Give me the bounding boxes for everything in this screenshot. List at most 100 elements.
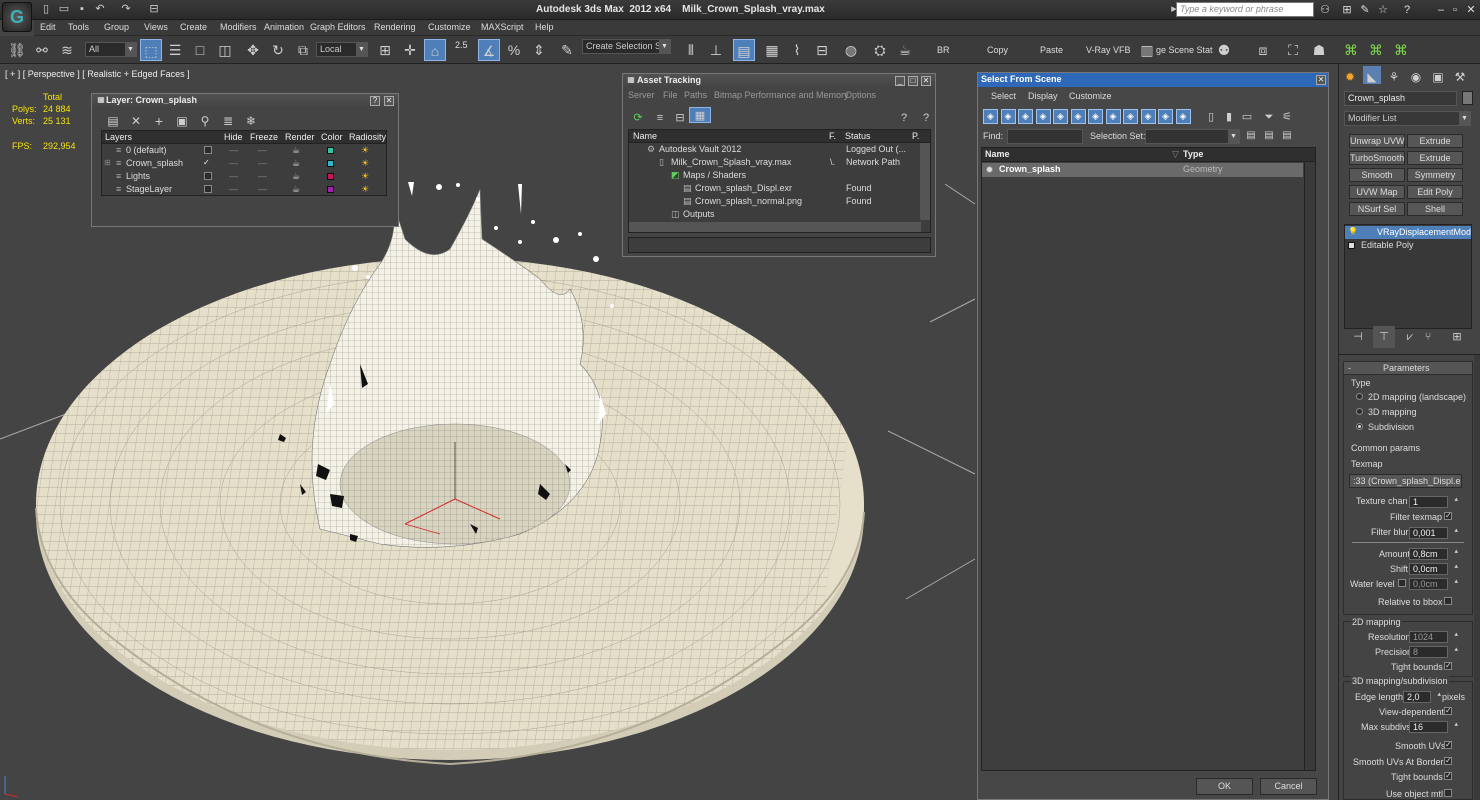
find-input[interactable] (1007, 129, 1083, 144)
keyboard-shortcut-override-icon[interactable]: ⌂ (424, 39, 446, 61)
selection-filter-dropdown[interactable]: All ▼ (85, 42, 137, 57)
render-teapot-icon[interactable]: ☕ (292, 171, 300, 182)
relative-bbox-checkbox[interactable] (1444, 597, 1452, 605)
filter-xrefs-icon[interactable]: ◈ (1105, 109, 1121, 124)
curve-editor-icon[interactable]: ⌇ (786, 39, 808, 61)
asset-menu-bitmap[interactable]: Bitmap Performance and Memory (714, 90, 849, 100)
minimize-icon[interactable]: – (1434, 3, 1448, 17)
render-teapot-icon[interactable]: ☕ (292, 145, 300, 156)
asset-help2-icon[interactable]: ? (915, 107, 937, 129)
layer-color-swatch[interactable] (327, 186, 334, 193)
layer-color-swatch[interactable] (327, 173, 334, 180)
remove-modifier-icon[interactable]: ⑂ (1417, 326, 1439, 348)
freeze-toggle[interactable]: — (258, 158, 267, 168)
asset-path-field[interactable] (628, 237, 931, 253)
select-menu-select[interactable]: Select (991, 91, 1016, 101)
asset-row[interactable]: ⚙ Autodesk Vault 2012 Logged Out (... (629, 143, 920, 156)
app-logo[interactable]: G (2, 2, 32, 32)
radiosity-icon[interactable]: ☀ (361, 171, 369, 182)
asset-help-icon[interactable]: ? (893, 107, 915, 129)
col-object-type[interactable]: Type (1183, 149, 1203, 159)
highlight-layer-icon[interactable]: ⚲ (194, 110, 216, 132)
list-view-icon[interactable]: ≡ (649, 107, 671, 129)
layer-color-swatch[interactable] (327, 160, 334, 167)
modifier-button[interactable]: Shell (1407, 202, 1463, 216)
menu-customize[interactable]: Customize (428, 22, 471, 32)
layer-row[interactable]: ≡ 0 (default) — — ☕ ☀ (102, 144, 386, 157)
menu-animation[interactable]: Animation (264, 22, 304, 32)
container-icon[interactable]: ⧈ (1252, 39, 1274, 61)
col-freeze[interactable]: Freeze (250, 132, 278, 142)
menu-graph-editors[interactable]: Graph Editors (310, 22, 366, 32)
br-button[interactable]: BR (937, 45, 950, 55)
select-manipulate-icon[interactable]: ✛ (399, 39, 421, 61)
col-full-path[interactable]: F. (829, 131, 836, 141)
asset-row[interactable]: ◫ Outputs (629, 208, 920, 221)
selset-remove-icon[interactable]: ▤ (1276, 125, 1298, 147)
menu-edit[interactable]: Edit (40, 22, 56, 32)
delete-layer-icon[interactable]: ✕ (125, 110, 147, 132)
align-icon[interactable]: ⊥ (705, 39, 727, 61)
asset-row[interactable]: ▤ Crown_splash_normal.png Found (629, 195, 920, 208)
menu-views[interactable]: Views (144, 22, 168, 32)
col-render[interactable]: Render (285, 132, 315, 142)
panel-close-icon[interactable]: ✕ (921, 76, 931, 86)
asset-row[interactable]: ▯ Milk_Crown_Splash_vray.max \. Network Pat… (629, 156, 920, 169)
modify-tab-icon[interactable]: ◣ (1363, 66, 1381, 84)
filter-texmap-checkbox[interactable]: ✓ (1444, 512, 1452, 520)
hide-toggle[interactable]: — (229, 171, 238, 181)
smooth-uvs-checkbox[interactable]: ✓ (1444, 741, 1452, 749)
menu-modifiers[interactable]: Modifiers (220, 22, 257, 32)
radiosity-icon[interactable]: ☀ (361, 158, 369, 169)
light-bulb-icon[interactable]: 💡 (1348, 227, 1358, 236)
modifier-list-dropdown[interactable]: Modifier List ▼ (1344, 111, 1471, 126)
render-teapot-icon[interactable]: ☕ (292, 158, 300, 169)
subscription-icon[interactable]: ⊞ (1340, 3, 1354, 17)
water-level-spinner[interactable]: 0,0cm (1409, 577, 1458, 590)
shift-spinner[interactable]: 0,0cm (1409, 562, 1458, 575)
asset-row[interactable]: ◩ Maps / Shaders (629, 169, 920, 182)
select-menu-display[interactable]: Display (1028, 91, 1058, 101)
ok-button[interactable]: OK (1196, 778, 1253, 795)
col-radiosity[interactable]: Radiosity (349, 132, 386, 142)
schematic-view-icon[interactable]: ⊟ (811, 39, 833, 61)
modifier-button[interactable]: Edit Poly (1407, 185, 1463, 199)
hide-toggle[interactable]: — (229, 145, 238, 155)
modifier-button[interactable]: Unwrap UVW (1349, 134, 1405, 148)
show-end-result-icon[interactable]: ⊤ (1373, 326, 1395, 348)
communication-center-icon[interactable]: ✎ (1358, 3, 1372, 17)
create-tab-icon[interactable]: ✹ (1341, 66, 1359, 84)
col-proxy[interactable]: P. (912, 131, 919, 141)
filter-cameras-icon[interactable]: ◈ (1035, 109, 1051, 124)
rotate-icon[interactable]: ↻ (267, 39, 289, 61)
rect-selection-icon[interactable]: □ (189, 39, 211, 61)
display-tab-icon[interactable]: ▣ (1429, 66, 1447, 84)
panel-maximize-icon[interactable]: □ (908, 76, 918, 86)
create-layer-icon[interactable]: ▤ (102, 110, 124, 132)
move-icon[interactable]: ✥ (242, 39, 264, 61)
named-selection-dropdown[interactable]: Create Selection Se ▼ (582, 39, 671, 54)
col-status[interactable]: Status (845, 131, 871, 141)
stack-item-vray-displacement[interactable]: 💡 VRayDisplacementMod (1345, 226, 1471, 239)
render-setup-icon[interactable]: ⛭ (869, 39, 891, 61)
filter-bones-icon[interactable]: ◈ (1123, 109, 1138, 124)
script-b-icon[interactable]: ⌘ (1365, 39, 1387, 61)
search-input[interactable]: Type a keyword or phrase (1176, 2, 1314, 17)
layer-manager-icon[interactable]: ▤ (733, 39, 755, 61)
snap-toggle-label[interactable]: 2.5 (455, 40, 468, 50)
paste-button[interactable]: Paste (1040, 45, 1063, 55)
water-level-checkbox[interactable] (1398, 579, 1406, 587)
freeze-all-icon[interactable]: ❄ (240, 110, 262, 132)
layer-row[interactable]: ≡ Lights — — ☕ ☀ (102, 170, 386, 183)
asset-panel-title[interactable]: Asset Tracking (623, 74, 935, 88)
hide-toggle[interactable]: — (229, 184, 238, 194)
modifier-button[interactable]: Extrude (1407, 134, 1463, 148)
radiosity-icon[interactable]: ☀ (361, 184, 369, 195)
menu-group[interactable]: Group (104, 22, 129, 32)
edge-length-spinner[interactable]: 2,0 (1403, 690, 1441, 703)
angle-snap-icon[interactable]: ∡ (478, 39, 500, 61)
pin-stack-icon[interactable]: ⊣ (1347, 326, 1369, 348)
mirror-icon[interactable]: ⫴ (680, 39, 702, 61)
populate-icon[interactable]: ⛶ (1282, 39, 1304, 61)
asset-menu-options[interactable]: Options (845, 90, 876, 100)
